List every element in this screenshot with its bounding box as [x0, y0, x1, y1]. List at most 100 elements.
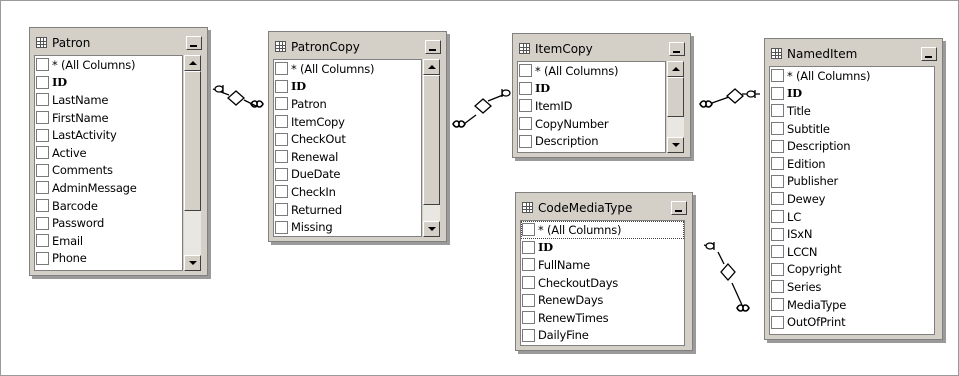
checkbox[interactable] — [275, 62, 288, 76]
column-row[interactable]: * (All Columns) — [518, 62, 665, 80]
column-row[interactable]: Publisher — [770, 173, 934, 191]
relationship-codemediatype-nameditem[interactable] — [703, 242, 750, 312]
column-list[interactable]: * (All Columns) ID LastName FirstName La… — [34, 55, 183, 271]
checkbox[interactable] — [519, 117, 532, 131]
checkbox[interactable] — [519, 81, 532, 95]
checkbox[interactable] — [771, 298, 784, 312]
checkbox[interactable] — [36, 251, 49, 265]
column-row[interactable]: RenewTimes — [521, 309, 684, 327]
scroll-down-button[interactable] — [423, 221, 440, 237]
checkbox[interactable] — [36, 234, 49, 248]
column-row[interactable]: LCCN — [770, 243, 934, 261]
checkbox[interactable] — [519, 64, 532, 78]
column-row[interactable]: Password — [35, 214, 182, 232]
column-row[interactable]: ItemID — [518, 97, 665, 115]
checkbox[interactable] — [519, 99, 532, 113]
checkbox[interactable] — [771, 262, 784, 276]
checkbox[interactable] — [36, 128, 49, 142]
column-row[interactable]: DailyFine — [521, 327, 684, 345]
checkbox[interactable] — [275, 115, 288, 129]
column-list[interactable]: * (All Columns) ID FullName CheckoutDays… — [520, 220, 685, 346]
column-row[interactable]: Missing — [274, 218, 421, 236]
column-row[interactable]: Edition — [770, 155, 934, 173]
column-row[interactable]: Barcode — [35, 197, 182, 215]
column-row[interactable]: LC — [770, 208, 934, 226]
checkbox[interactable] — [771, 227, 784, 241]
column-row[interactable]: * (All Columns) — [35, 56, 182, 74]
checkbox[interactable] — [275, 132, 288, 146]
column-row[interactable]: Email — [35, 232, 182, 250]
column-row[interactable]: FullName — [521, 256, 684, 274]
checkbox[interactable] — [522, 258, 535, 272]
checkbox[interactable] — [771, 280, 784, 294]
column-row[interactable]: * (All Columns) — [770, 67, 934, 85]
column-row[interactable]: * (All Columns) — [521, 221, 684, 239]
column-row[interactable]: Description — [518, 132, 665, 150]
column-row[interactable]: Comments — [35, 162, 182, 180]
column-list[interactable]: * (All Columns) ID ItemID CopyNumber Des… — [517, 61, 666, 153]
table-nameditem[interactable]: NamedItem * (All Columns) ID Title Subti… — [764, 38, 943, 340]
checkbox[interactable] — [771, 122, 784, 136]
relationship-patron-patroncopy[interactable] — [212, 85, 264, 108]
checkbox[interactable] — [275, 185, 288, 199]
column-row[interactable]: Patron — [274, 95, 421, 113]
checkbox[interactable] — [771, 157, 784, 171]
scrollbar[interactable] — [184, 55, 201, 271]
column-row[interactable]: Subtitle — [770, 120, 934, 138]
column-row[interactable]: RenewDays — [521, 291, 684, 309]
column-list[interactable]: * (All Columns) ID Title Subtitle Descri… — [769, 66, 935, 335]
table-itemcopy[interactable]: ItemCopy * (All Columns) ID ItemID CopyN… — [512, 33, 691, 158]
column-row[interactable]: * (All Columns) — [274, 60, 421, 78]
column-row[interactable]: Active — [35, 144, 182, 162]
column-row[interactable]: Returned — [274, 201, 421, 219]
column-row[interactable]: Dewey — [770, 190, 934, 208]
column-row[interactable]: AdminMessage — [35, 179, 182, 197]
checkbox[interactable] — [36, 199, 49, 213]
table-header[interactable]: PatronCopy — [273, 37, 442, 56]
column-row[interactable]: CheckOut — [274, 130, 421, 148]
table-header[interactable]: CodeMediaType — [520, 198, 688, 217]
checkbox[interactable] — [522, 328, 535, 342]
column-row[interactable]: FirstName — [35, 109, 182, 127]
scroll-up-button[interactable] — [184, 55, 201, 71]
minimize-button[interactable] — [921, 46, 937, 61]
checkbox[interactable] — [275, 79, 288, 93]
scrollbar[interactable] — [667, 61, 684, 153]
checkbox[interactable] — [519, 134, 532, 148]
column-row[interactable]: Title — [770, 102, 934, 120]
table-codemediatype[interactable]: CodeMediaType * (All Columns) ID FullNam… — [515, 192, 693, 351]
checkbox[interactable] — [36, 163, 49, 177]
column-row[interactable]: LastName — [35, 91, 182, 109]
column-row[interactable]: ID — [770, 85, 934, 103]
relationship-itemcopy-nameditem[interactable] — [699, 88, 760, 108]
column-row[interactable]: CheckoutDays — [521, 274, 684, 292]
checkbox[interactable] — [771, 139, 784, 153]
column-row[interactable]: CopyNumber — [518, 115, 665, 133]
column-row[interactable]: Copyright — [770, 261, 934, 279]
checkbox[interactable] — [771, 86, 784, 100]
checkbox[interactable] — [771, 69, 784, 83]
table-patroncopy[interactable]: PatronCopy * (All Columns) ID Patron Ite… — [268, 31, 447, 242]
checkbox[interactable] — [771, 104, 784, 118]
checkbox[interactable] — [522, 240, 535, 254]
column-row[interactable]: ItemCopy — [274, 113, 421, 131]
checkbox[interactable] — [522, 223, 535, 237]
checkbox[interactable] — [36, 93, 49, 107]
scroll-up-button[interactable] — [667, 61, 684, 77]
relationship-patroncopy-itemcopy[interactable] — [452, 89, 511, 128]
column-list[interactable]: * (All Columns) ID Patron ItemCopy Check… — [273, 59, 422, 237]
checkbox[interactable] — [275, 97, 288, 111]
column-row[interactable]: DueDate — [274, 166, 421, 184]
checkbox[interactable] — [771, 174, 784, 188]
scrollbar[interactable] — [423, 59, 440, 237]
column-row[interactable]: ID — [274, 78, 421, 96]
column-row[interactable]: Phone — [35, 250, 182, 268]
minimize-button[interactable] — [186, 35, 202, 50]
checkbox[interactable] — [36, 216, 49, 230]
column-row[interactable]: Description — [770, 137, 934, 155]
checkbox[interactable] — [771, 315, 784, 329]
scroll-up-button[interactable] — [423, 59, 440, 75]
scroll-thumb[interactable] — [423, 75, 440, 205]
table-header[interactable]: Patron — [34, 33, 203, 52]
column-row[interactable]: ID — [521, 239, 684, 257]
